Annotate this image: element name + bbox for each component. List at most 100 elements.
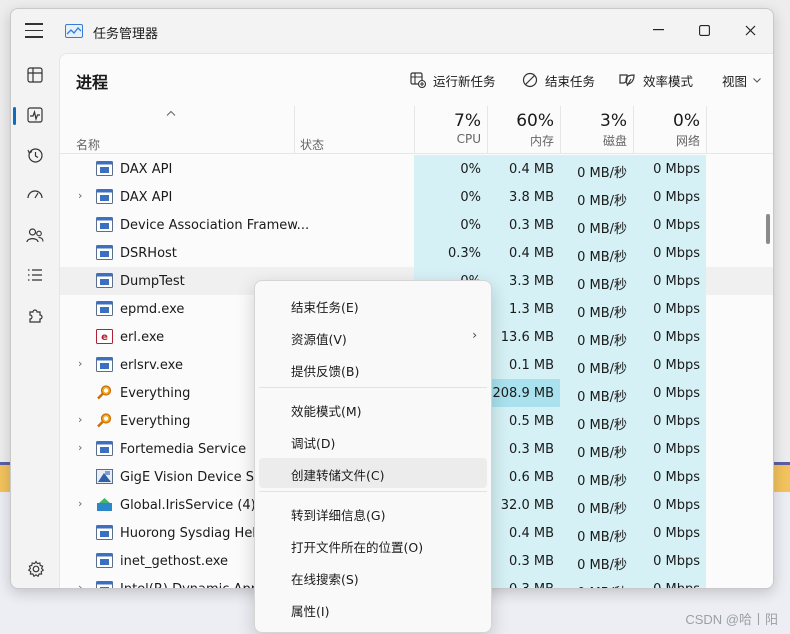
process-name: Intel(R) Dynamic Applic [120, 582, 273, 588]
process-name: Everything [120, 414, 191, 429]
context-menu-item[interactable]: 提供反馈(B) [259, 354, 487, 384]
settings-gear-icon[interactable] [27, 560, 45, 578]
process-mem-value: 0.3 MB [487, 582, 554, 588]
process-disk-value: 0 MB/秒 [577, 166, 627, 181]
context-menu: 结束任务(E) 资源值(V) › 提供反馈(B) 效能模式(M) 调试(D) 创建转储文件(… [254, 280, 492, 633]
column-header-memory[interactable]: 60% 内存 [487, 106, 560, 154]
context-menu-item[interactable]: 资源值(V) › [259, 322, 487, 352]
process-disk-value: 0 MB/秒 [560, 582, 627, 588]
chevron-right-icon[interactable]: › [78, 441, 82, 454]
process-disk-value: 0 MB/秒 [577, 278, 627, 293]
process-mem-value: 32.0 MB [500, 498, 554, 513]
column-header-cpu[interactable]: 7% CPU [414, 106, 487, 154]
table-row[interactable]: Device Association Framew... 0% 0.3 MB 0 MB… [60, 211, 773, 239]
context-menu-item-label: 结束任务(E) [291, 300, 359, 315]
process-cpu-value: 0.3% [447, 246, 481, 261]
process-net-value: 0 Mbps [653, 190, 700, 205]
chevron-right-icon[interactable]: › [78, 497, 82, 510]
context-menu-item[interactable]: 调试(D) [259, 426, 487, 456]
process-disk-value: 0 MB/秒 [577, 250, 627, 265]
process-mem-value: 1.3 MB [509, 302, 554, 317]
process-name: Global.IrisService (4) [120, 498, 256, 513]
minimize-button[interactable] [635, 15, 681, 45]
process-disk-value: 0 MB/秒 [577, 530, 627, 545]
startup-gauge-icon [27, 190, 43, 199]
vertical-scrollbar-thumb[interactable] [766, 214, 770, 244]
view-dropdown[interactable]: 视图 [722, 69, 761, 91]
table-row[interactable]: › DAX API 0% 3.8 MB 0 MB/秒 0 Mbps [60, 183, 773, 211]
sort-ascending-icon[interactable] [166, 110, 176, 116]
context-menu-item[interactable]: 创建转储文件(C) [259, 458, 487, 488]
process-mem-value: 3.3 MB [509, 274, 554, 289]
process-name: epmd.exe [120, 302, 185, 317]
chevron-right-icon[interactable]: › [78, 189, 82, 202]
chevron-right-icon[interactable]: › [78, 357, 82, 370]
context-menu-item[interactable]: 转到详细信息(G) [259, 498, 487, 528]
nav-startup-apps[interactable] [19, 179, 51, 211]
table-row[interactable]: DAX API 0% 0.4 MB 0 MB/秒 0 Mbps [60, 155, 773, 183]
hamburger-menu-icon[interactable] [25, 23, 43, 39]
column-divider[interactable] [487, 106, 488, 154]
table-header: 名称 状态 7% CPU 60% 内存 3% 磁盘 0% 网络 [60, 106, 773, 154]
nav-performance[interactable] [19, 99, 51, 131]
process-disk-value: 0 MB/秒 [577, 222, 627, 237]
nav-app-history[interactable] [19, 139, 51, 171]
efficiency-mode-button[interactable]: 效率模式 [618, 69, 693, 91]
column-divider[interactable] [414, 106, 415, 154]
column-divider[interactable] [560, 106, 561, 154]
column-header-network[interactable]: 0% 网络 [633, 106, 706, 154]
window-icon [96, 273, 113, 288]
chevron-right-icon: › [472, 328, 477, 342]
close-button[interactable] [727, 15, 773, 45]
run-new-task-button[interactable]: 运行新任务 [410, 69, 496, 91]
column-divider[interactable] [706, 106, 707, 154]
context-menu-item[interactable]: 结束任务(E) [259, 290, 487, 320]
chevron-right-icon[interactable]: › [78, 581, 82, 588]
process-name: Everything [120, 386, 191, 401]
window-icon [96, 525, 113, 540]
column-header-status[interactable]: 状态 [300, 136, 324, 153]
navigation-sidebar [11, 53, 59, 588]
window-icon [96, 441, 113, 456]
table-row[interactable]: DSRHost 0.3% 0.4 MB 0 MB/秒 0 Mbps [60, 239, 773, 267]
memory-total-percent: 60% [516, 111, 554, 131]
title-bar: 任务管理器 [11, 9, 773, 53]
maximize-button[interactable] [681, 15, 727, 45]
nav-users[interactable] [19, 219, 51, 251]
network-label: 网络 [675, 134, 700, 148]
disk-label: 磁盘 [602, 134, 627, 148]
network-total-percent: 0% [673, 111, 700, 131]
disk-total-percent: 3% [600, 111, 627, 131]
end-task-label: 结束任务 [545, 73, 596, 89]
context-menu-item-label: 提供反馈(B) [291, 364, 360, 379]
chevron-right-icon[interactable]: › [78, 413, 82, 426]
column-header-disk[interactable]: 3% 磁盘 [560, 106, 633, 154]
context-menu-item[interactable]: 打开文件所在的位置(O) [259, 530, 487, 560]
svg-text:e: e [101, 332, 108, 343]
window-icon [96, 553, 113, 568]
context-menu-item[interactable]: 效能模式(M) [259, 394, 487, 424]
end-task-button[interactable]: 结束任务 [522, 69, 595, 91]
context-menu-item[interactable]: 属性(I) [259, 594, 487, 624]
process-cpu-value: 0% [460, 218, 481, 233]
column-header-name[interactable]: 名称 [76, 136, 100, 153]
process-disk-value: 0 MB/秒 [577, 446, 627, 461]
column-divider[interactable] [294, 106, 295, 154]
process-mem-value: 0.6 MB [509, 470, 554, 485]
column-divider[interactable] [633, 106, 634, 154]
context-menu-item-label: 资源值(V) [291, 332, 347, 347]
process-cpu-value: 0% [460, 162, 481, 177]
process-net-value: 0 Mbps [653, 302, 700, 317]
process-name: erlsrv.exe [120, 358, 183, 373]
run-new-task-label: 运行新任务 [433, 73, 496, 89]
context-menu-item-label: 打开文件所在的位置(O) [291, 540, 424, 555]
process-mem-value: 3.8 MB [509, 190, 554, 205]
process-net-value: 0 Mbps [653, 414, 700, 429]
nav-details[interactable] [19, 259, 51, 291]
nav-processes[interactable] [19, 59, 51, 91]
process-mem-value: 208.9 MB [492, 386, 554, 401]
context-menu-item[interactable]: 在线搜索(S) [259, 562, 487, 592]
nav-services[interactable] [19, 299, 51, 331]
command-bar: 进程 运行新任务 结束任务 效率模式 视图 [60, 54, 773, 106]
context-menu-item-label: 转到详细信息(G) [291, 508, 386, 523]
